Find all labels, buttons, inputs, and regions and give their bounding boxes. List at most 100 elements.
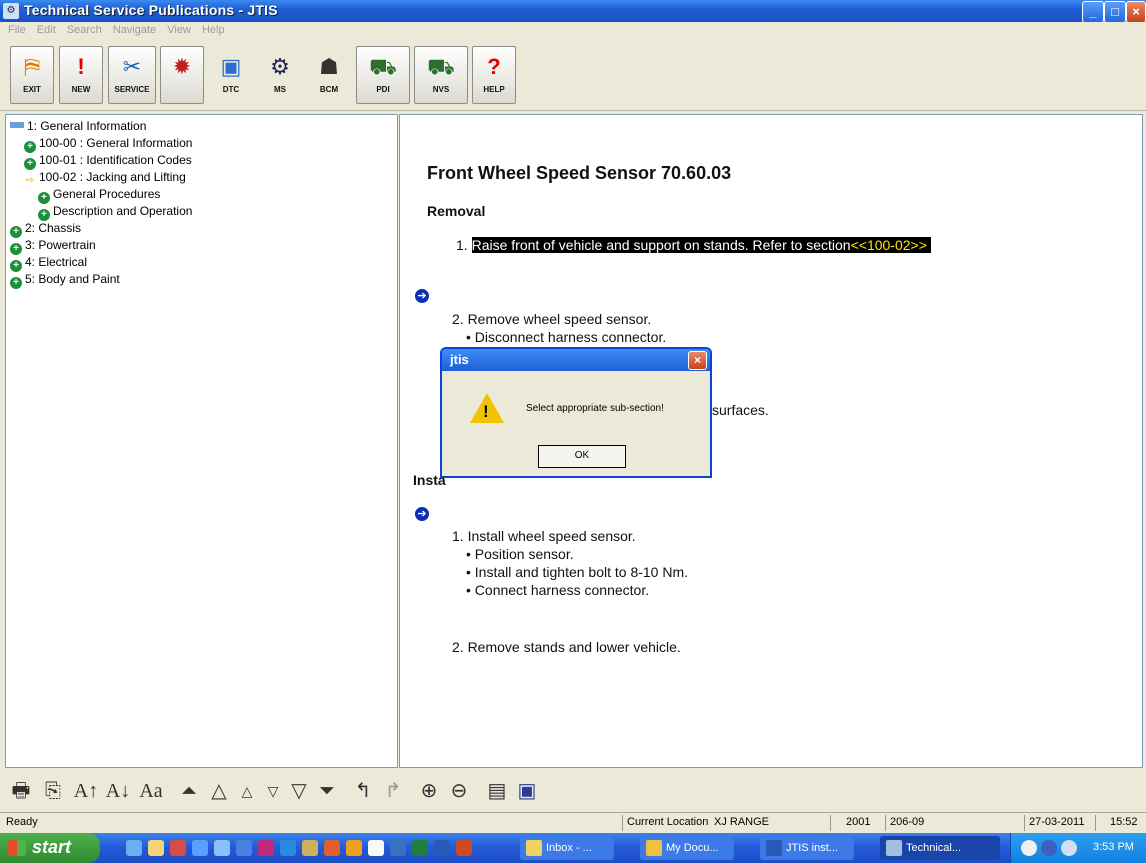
tree-item-100-01[interactable]: +100-01 : Identification Codes (24, 153, 192, 170)
media-icon[interactable] (236, 840, 252, 856)
app-icon-3[interactable] (346, 840, 362, 856)
alert-dialog[interactable]: jtis × ! Select appropriate sub-section!… (440, 347, 712, 478)
pdi-icon: ⛟ (369, 54, 397, 79)
dialog-close-button[interactable]: × (688, 351, 707, 370)
menu-help[interactable]: Help (202, 24, 225, 36)
tree-item-body-and-paint[interactable]: +5: Body and Paint (10, 272, 120, 289)
volume-icon[interactable] (1061, 840, 1077, 856)
menu-edit[interactable]: Edit (37, 24, 56, 36)
tree-item-electrical[interactable]: +4: Electrical (10, 255, 87, 272)
minimize-button[interactable]: _ (1082, 1, 1104, 23)
document-toolbar: 🖶 ⎘ A↑ A↓ Aa ⏶ △ △ ▽ ▽ ⏷ ↰ ↱ ⊕ ⊖ ▤ ▣ (0, 768, 1146, 812)
tree-item-100-02[interactable]: ⇨ 100-02 : Jacking and Lifting (24, 170, 186, 187)
removal-step-2-bullet: • Disconnect harness connector. (466, 329, 667, 345)
font-style-icon[interactable]: Aa (136, 778, 166, 804)
zoom-out-icon[interactable]: ⊖ (446, 778, 472, 804)
word-icon[interactable] (434, 840, 450, 856)
new-button[interactable]: ! NEW (59, 46, 103, 104)
menu-search[interactable]: Search (67, 24, 102, 36)
forward-icon[interactable]: ↱ (380, 778, 406, 804)
tree-item-general-procedures[interactable]: + General Procedures (38, 187, 160, 204)
powerpoint-icon[interactable] (456, 840, 472, 856)
expand-icon: + (24, 158, 36, 170)
dialog-title-bar[interactable]: jtis × (442, 349, 710, 371)
help-button[interactable]: ? HELP (472, 46, 516, 104)
desktop-icon[interactable] (126, 840, 142, 856)
system-tray: 3:53 PM (1010, 833, 1146, 863)
app-icon[interactable]: ⚙ (3, 3, 19, 19)
first-page-icon[interactable]: ⏶ (176, 778, 202, 804)
ms-button[interactable]: ⚙ MS (258, 46, 302, 104)
windows-logo-icon (8, 840, 26, 856)
service-icon: ✂ (122, 54, 142, 79)
menu-navigate[interactable]: Navigate (113, 24, 156, 36)
tray-icon-1[interactable] (1021, 840, 1037, 856)
app-icon-1[interactable] (302, 840, 318, 856)
decrease-font-icon[interactable]: A↓ (104, 778, 132, 804)
tree-item-chassis[interactable]: +2: Chassis (10, 221, 81, 238)
removal-heading: Removal (427, 203, 486, 219)
close-button[interactable]: × (1126, 1, 1146, 23)
tree-item-powertrain[interactable]: +3: Powertrain (10, 238, 96, 255)
zoom-in-icon[interactable]: ⊕ (416, 778, 442, 804)
app-icon-4[interactable] (368, 840, 384, 856)
collapse-icon (10, 122, 24, 128)
navigation-tree[interactable]: 1: General Information +100-00 : General… (5, 114, 398, 768)
taskbar-task-technical[interactable]: Technical... (880, 836, 1000, 860)
tree-item-label: 5: Body and Paint (25, 272, 120, 286)
menu-view[interactable]: View (167, 24, 191, 36)
expand-icon: + (24, 141, 36, 153)
service-button[interactable]: ✂ SERVICE (108, 46, 156, 104)
expand-icon: + (38, 192, 50, 204)
internet-explorer-icon[interactable] (192, 840, 208, 856)
bcm-button[interactable]: ☗ BCM (307, 46, 351, 104)
menu-bar: File Edit Search Navigate View Help (0, 22, 1146, 40)
exit-label: EXIT (23, 85, 41, 94)
app-icon-2[interactable] (324, 840, 340, 856)
next-page-icon[interactable]: ▽ (262, 778, 284, 804)
next-section-icon[interactable]: ▽ (286, 778, 312, 804)
app-icon-5[interactable] (390, 840, 406, 856)
increase-font-icon[interactable]: A↑ (72, 778, 100, 804)
previous-page-icon[interactable]: △ (236, 778, 258, 804)
last-page-icon[interactable]: ⏷ (314, 778, 340, 804)
pdi-button[interactable]: ⛟ PDI (356, 46, 410, 104)
windows-taskbar: start Inbox - ... My Docu... JTIS inst..… (0, 833, 1146, 863)
tree-item-general-information[interactable]: 1: General Information (10, 119, 146, 133)
ok-button[interactable]: OK (538, 445, 626, 468)
taskbar-task-inbox[interactable]: Inbox - ... (520, 836, 614, 860)
help-label: HELP (483, 85, 505, 94)
start-label: start (32, 837, 72, 857)
page-view-icon[interactable]: ▤ (484, 778, 510, 804)
new-icon: ! (77, 54, 85, 79)
menu-file[interactable]: File (8, 24, 26, 36)
taskbar-task-my-documents[interactable]: My Docu... (640, 836, 734, 860)
tray-icon-2[interactable] (1041, 840, 1057, 856)
print-icon[interactable]: 🖶 (8, 778, 34, 804)
tree-item-100-00[interactable]: +100-00 : General Information (24, 136, 192, 153)
nvs-button[interactable]: ⛟ NVS (414, 46, 468, 104)
maximize-button[interactable]: □ (1104, 1, 1126, 23)
tree-item-description-and-operation[interactable]: + Description and Operation (38, 204, 192, 221)
publisher-icon[interactable] (258, 840, 274, 856)
copy-icon[interactable]: ⎘ (40, 778, 66, 804)
excel-icon[interactable] (412, 840, 428, 856)
warning-light-button[interactable]: ✹ (160, 46, 204, 104)
exit-button[interactable]: ⛿ EXIT (10, 46, 54, 104)
tree-item-label: 100-00 : General Information (39, 136, 193, 150)
outlook-icon[interactable] (214, 840, 230, 856)
back-icon[interactable]: ↰ (350, 778, 376, 804)
section-link-100-02[interactable]: 100-02 (866, 237, 911, 253)
dtc-button[interactable]: ▣ DTC (209, 46, 253, 104)
quicktime-icon[interactable] (170, 840, 186, 856)
notes-icon[interactable] (148, 840, 164, 856)
previous-section-icon[interactable]: △ (206, 778, 232, 804)
nvs-icon: ⛟ (427, 54, 455, 79)
split-view-icon[interactable]: ▣ (514, 778, 540, 804)
taskbar-task-jtis-inst[interactable]: JTIS inst... (760, 836, 854, 860)
install-step-1-bullet-2: • Install and tighten bolt to 8-10 Nm. (466, 564, 689, 580)
current-location-label: Current Location (627, 816, 709, 828)
chrome-icon[interactable] (280, 840, 296, 856)
title-bar[interactable]: ⚙ Technical Service Publications - JTIS … (0, 0, 1146, 23)
start-button[interactable]: start (0, 833, 100, 863)
